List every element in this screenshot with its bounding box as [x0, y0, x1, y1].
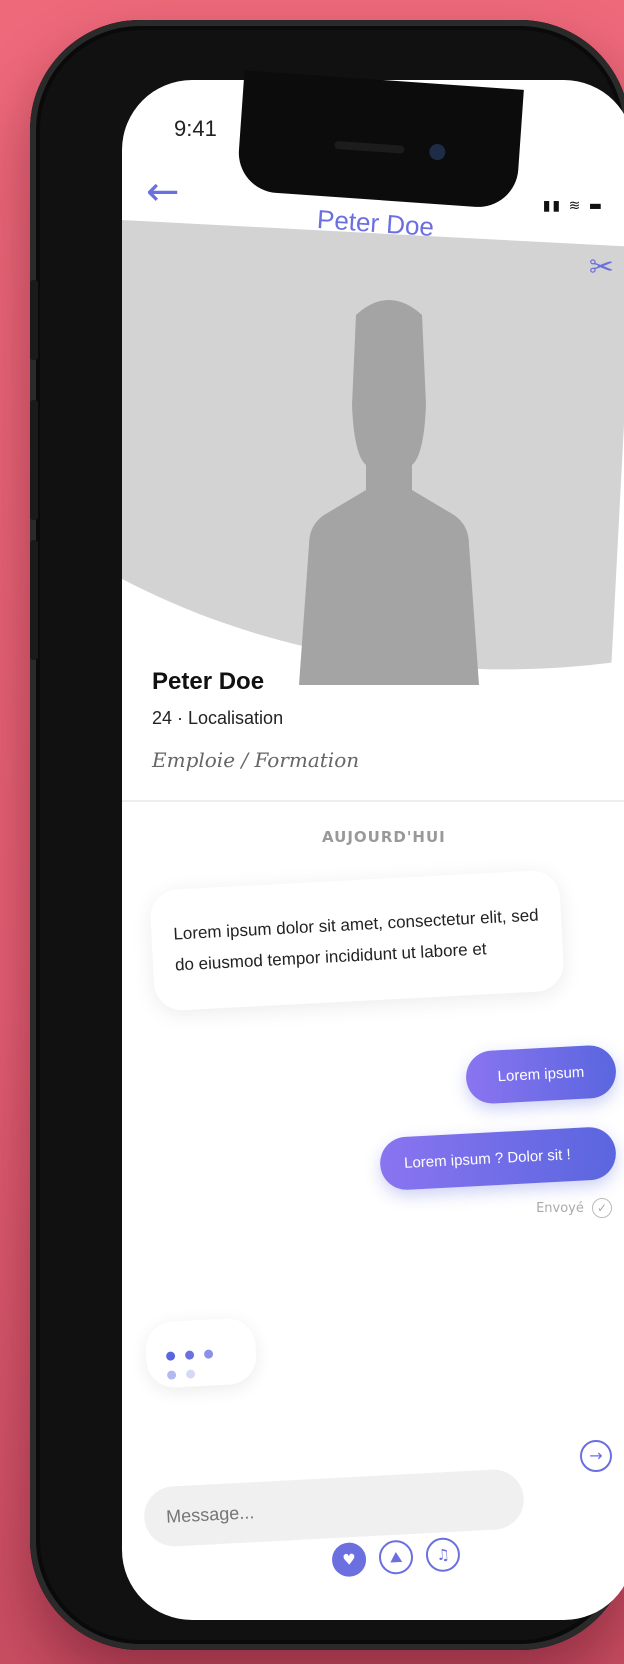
message-input[interactable]: [142, 1468, 526, 1548]
heart-icon[interactable]: ♥: [331, 1541, 367, 1578]
back-icon[interactable]: ←: [146, 172, 180, 212]
profile-meta: 24 · Localisation: [152, 708, 284, 728]
profile-job: Emploie / Formation: [152, 748, 360, 772]
day-label: AUJOURD'HUI: [322, 828, 446, 846]
typing-dot: [185, 1369, 196, 1379]
speaker: [334, 140, 405, 154]
outgoing-message: Lorem ipsum: [464, 1044, 618, 1105]
check-icon: ✓: [592, 1198, 612, 1218]
typing-dot: [184, 1350, 195, 1360]
camera-icon: [428, 143, 446, 161]
attachment-row: ♥ ⛰ ♫: [331, 1536, 469, 1578]
profile-name: Peter Doe: [152, 668, 265, 695]
divider: [122, 800, 624, 802]
message-input-bar[interactable]: [142, 1468, 526, 1548]
volume-up-button: [30, 400, 38, 520]
sent-label: Envoyé: [536, 1201, 584, 1216]
status-icons: ▮▮ ≋ ▬: [542, 198, 604, 214]
status-time: 9:41: [174, 116, 217, 141]
typing-dot: [204, 1349, 214, 1359]
typing-indicator: [144, 1317, 258, 1389]
image-icon[interactable]: ⛰: [378, 1539, 414, 1576]
send-button[interactable]: →: [580, 1440, 612, 1472]
sent-status: Envoyé ✓: [536, 1198, 612, 1218]
volume-down-button: [30, 540, 38, 660]
screen: 9:41 ▮▮ ≋ ▬ ← Peter Doe ✂ Peter Doe 24 ·…: [122, 80, 624, 1620]
music-icon[interactable]: ♫: [425, 1536, 461, 1573]
typing-dot: [166, 1370, 177, 1380]
notch: [236, 70, 524, 210]
typing-dot: [165, 1351, 176, 1361]
tools-icon[interactable]: ✂: [589, 250, 614, 285]
outgoing-message: Lorem ipsum ? Dolor sit !: [378, 1125, 618, 1192]
phone-frame: 9:41 ▮▮ ≋ ▬ ← Peter Doe ✂ Peter Doe 24 ·…: [30, 20, 624, 1650]
avatar-silhouette: [299, 300, 479, 685]
mute-switch: [30, 280, 38, 360]
incoming-message: Lorem ipsum dolor sit amet, consectetur …: [149, 869, 565, 1012]
